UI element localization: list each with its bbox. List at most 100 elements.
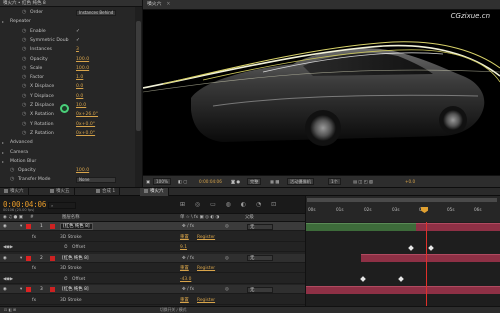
zoom-dropdown[interactable]: 100% (153, 178, 171, 185)
keyframe[interactable] (398, 276, 404, 282)
keyframe-nav-icon[interactable]: ◀◆▶ (3, 243, 13, 252)
timeline-graph[interactable] (305, 222, 500, 306)
property-value[interactable]: 10.0 (76, 101, 86, 110)
effect-property-row[interactable]: ▸ Camera (0, 148, 136, 157)
property-value[interactable]: 100.0 (76, 64, 89, 73)
effect-property-row[interactable]: ◷ Instances 3 (0, 45, 136, 54)
stopwatch-icon[interactable]: ◷ (22, 55, 26, 64)
property-value[interactable]: -43.0 (180, 275, 191, 284)
layer-bar-1-selected[interactable] (416, 223, 500, 231)
tab-comp-3[interactable]: 合成 1 (92, 188, 121, 196)
effect-row[interactable]: fx 3D Stroke 重置 Register (0, 233, 305, 242)
property-value[interactable]: 0x+0.0° (76, 120, 95, 129)
property-value[interactable]: 0x+26.0° (76, 110, 98, 119)
effect-property-row[interactable]: ◷ Y Displace 0.0 (0, 92, 136, 101)
views-dropdown[interactable]: 1个 (328, 178, 341, 185)
property-dropdown[interactable]: Instances Behind (76, 9, 116, 16)
eye-icon[interactable]: ◉ (3, 254, 7, 263)
reset-link[interactable]: 重置 (180, 264, 189, 273)
register-link[interactable]: Register (197, 264, 215, 273)
layer-name[interactable]: [红色 纯色 8] (62, 285, 89, 294)
stopwatch-icon[interactable]: ◷ (22, 101, 26, 110)
work-area-bar[interactable] (307, 198, 497, 202)
property-value[interactable]: 9.1 (180, 243, 187, 252)
stopwatch-icon[interactable]: ◷ (22, 110, 26, 119)
effect-property-row[interactable]: ▸ Advanced (0, 138, 136, 147)
effect-property-row[interactable]: ▸ Motion Blur (0, 157, 136, 166)
property-value[interactable]: 3 (76, 45, 79, 54)
camera-dropdown[interactable]: 活动摄像机 (287, 178, 314, 185)
parent-dropdown[interactable]: 无 (247, 223, 273, 230)
layer-row[interactable]: ◉ ▾ 3 [红色 纯色 8] ✥ / fx ◎ 无 (0, 285, 305, 295)
effect-property-row[interactable]: ◷ X Rotation 0x+26.0° (0, 110, 136, 119)
3d-icon[interactable]: ◎ (225, 254, 229, 263)
effect-property-row[interactable]: ◷ X Displace 0.0 (0, 82, 136, 91)
effect-property-row[interactable]: ▸ Repeater (0, 17, 136, 26)
grid-icon[interactable]: ▣ (146, 176, 150, 187)
stopwatch-icon[interactable]: ◷ (22, 45, 26, 54)
property-checkbox[interactable]: ✓ (76, 36, 80, 45)
tab-comp-active[interactable]: 噴火六 (140, 188, 169, 196)
expand-icon[interactable]: ▾ (20, 254, 22, 263)
property-row[interactable]: ◀◆▶ ⏱ Offset 9.1 (0, 243, 305, 253)
property-dropdown[interactable]: None (76, 176, 116, 183)
eye-icon[interactable]: ◉ (3, 222, 7, 231)
layer-name[interactable]: [红色 纯色 8] (60, 223, 93, 230)
layer-row[interactable]: ◉ ▾ 2 [红色 纯色 8] ✥ / fx ◎ 无 (0, 253, 305, 263)
effect-property-row[interactable]: ◷ Factor 1.0 (0, 73, 136, 82)
stopwatch-icon[interactable]: ◷ (22, 120, 26, 129)
composition-tab[interactable]: 噴火六 × (143, 0, 500, 10)
close-icon[interactable]: × (166, 2, 170, 7)
layer-search-input[interactable]: ⌕ (48, 202, 76, 209)
twirl-arrow-icon[interactable]: ▸ (2, 157, 4, 166)
effect-property-row[interactable]: ◷ Transfer Mode None (0, 175, 136, 184)
stopwatch-icon[interactable]: ◷ (22, 64, 26, 73)
keyframe[interactable] (428, 245, 434, 251)
composition-canvas[interactable]: CGzixue.cn (143, 10, 500, 175)
effect-controls-tab[interactable]: 噴火六 • 红色 纯色 8 (0, 0, 142, 7)
property-value[interactable]: 1.0 (76, 73, 83, 82)
property-value[interactable]: 0x+0.0° (76, 129, 95, 138)
3d-icon[interactable]: ◎ (225, 285, 229, 294)
toggle-switches-modes[interactable]: 切换开关 / 模式 (160, 307, 186, 313)
effect-property-row[interactable]: ◷ Order Instances Behind (0, 8, 136, 17)
twirl-arrow-icon[interactable]: ▸ (2, 138, 4, 147)
effect-row[interactable]: fx 3D Stroke 重置 Register (0, 264, 305, 274)
eye-icon[interactable]: ◉ (3, 285, 7, 294)
stopwatch-icon[interactable]: ◷ (22, 73, 26, 82)
stopwatch-icon[interactable]: ◷ (22, 8, 26, 17)
resolution-dropdown[interactable]: 完整 (247, 178, 262, 185)
label-color[interactable] (26, 255, 31, 261)
effect-property-row[interactable]: ◷ Symmetric Doub ✓ (0, 36, 136, 45)
parent-dropdown[interactable]: 无 (247, 255, 273, 261)
property-value[interactable]: 100.0 (76, 55, 89, 64)
effect-property-row[interactable]: ◷ Opacity 100.0 (0, 55, 136, 64)
reset-link[interactable]: 重置 (180, 233, 189, 242)
effect-controls-scrollbar[interactable] (135, 7, 142, 187)
view-options-icon[interactable]: ▤ ◫ ◰ ▧ (353, 176, 373, 187)
layer-switches[interactable]: ✥ / fx (182, 254, 194, 263)
property-row[interactable]: ◀◆▶ ⏱ Offset -43.0 (0, 275, 305, 284)
3d-icon[interactable]: ◎ (225, 222, 229, 231)
stopwatch-icon[interactable]: ◷ (10, 166, 14, 175)
register-link[interactable]: Register (197, 296, 215, 305)
keyframe-nav-icon[interactable]: ◀◆▶ (3, 275, 13, 284)
layer-switches[interactable]: ✥ / fx (182, 222, 194, 231)
playhead-line[interactable] (426, 222, 427, 306)
stopwatch-icon[interactable]: ◷ (22, 27, 26, 36)
twirl-arrow-icon[interactable]: ▸ (2, 17, 4, 26)
keyframe[interactable] (408, 245, 414, 251)
scrollbar-thumb[interactable] (136, 21, 141, 131)
register-link[interactable]: Register (197, 233, 215, 242)
region-icon[interactable]: ▦ ▩ (270, 176, 279, 187)
layer-name[interactable]: [红色 纯色 8] (62, 254, 89, 263)
tab-comp-1[interactable]: 噴火六 (0, 188, 29, 196)
switches-header[interactable]: 单 ☆ \ fx ▣ ◎ ◐ ◑ (180, 214, 219, 222)
effect-property-row[interactable]: ◷ Y Rotation 0x+0.0° (0, 120, 136, 129)
viewer-timecode[interactable]: 0:00:04:06 (199, 176, 222, 187)
layer-bar-3[interactable] (306, 286, 500, 294)
label-color[interactable] (26, 224, 31, 230)
stopwatch-icon[interactable]: ◷ (10, 175, 14, 184)
property-value[interactable]: 100.0 (76, 166, 89, 175)
expand-icon[interactable]: ▾ (20, 285, 22, 294)
